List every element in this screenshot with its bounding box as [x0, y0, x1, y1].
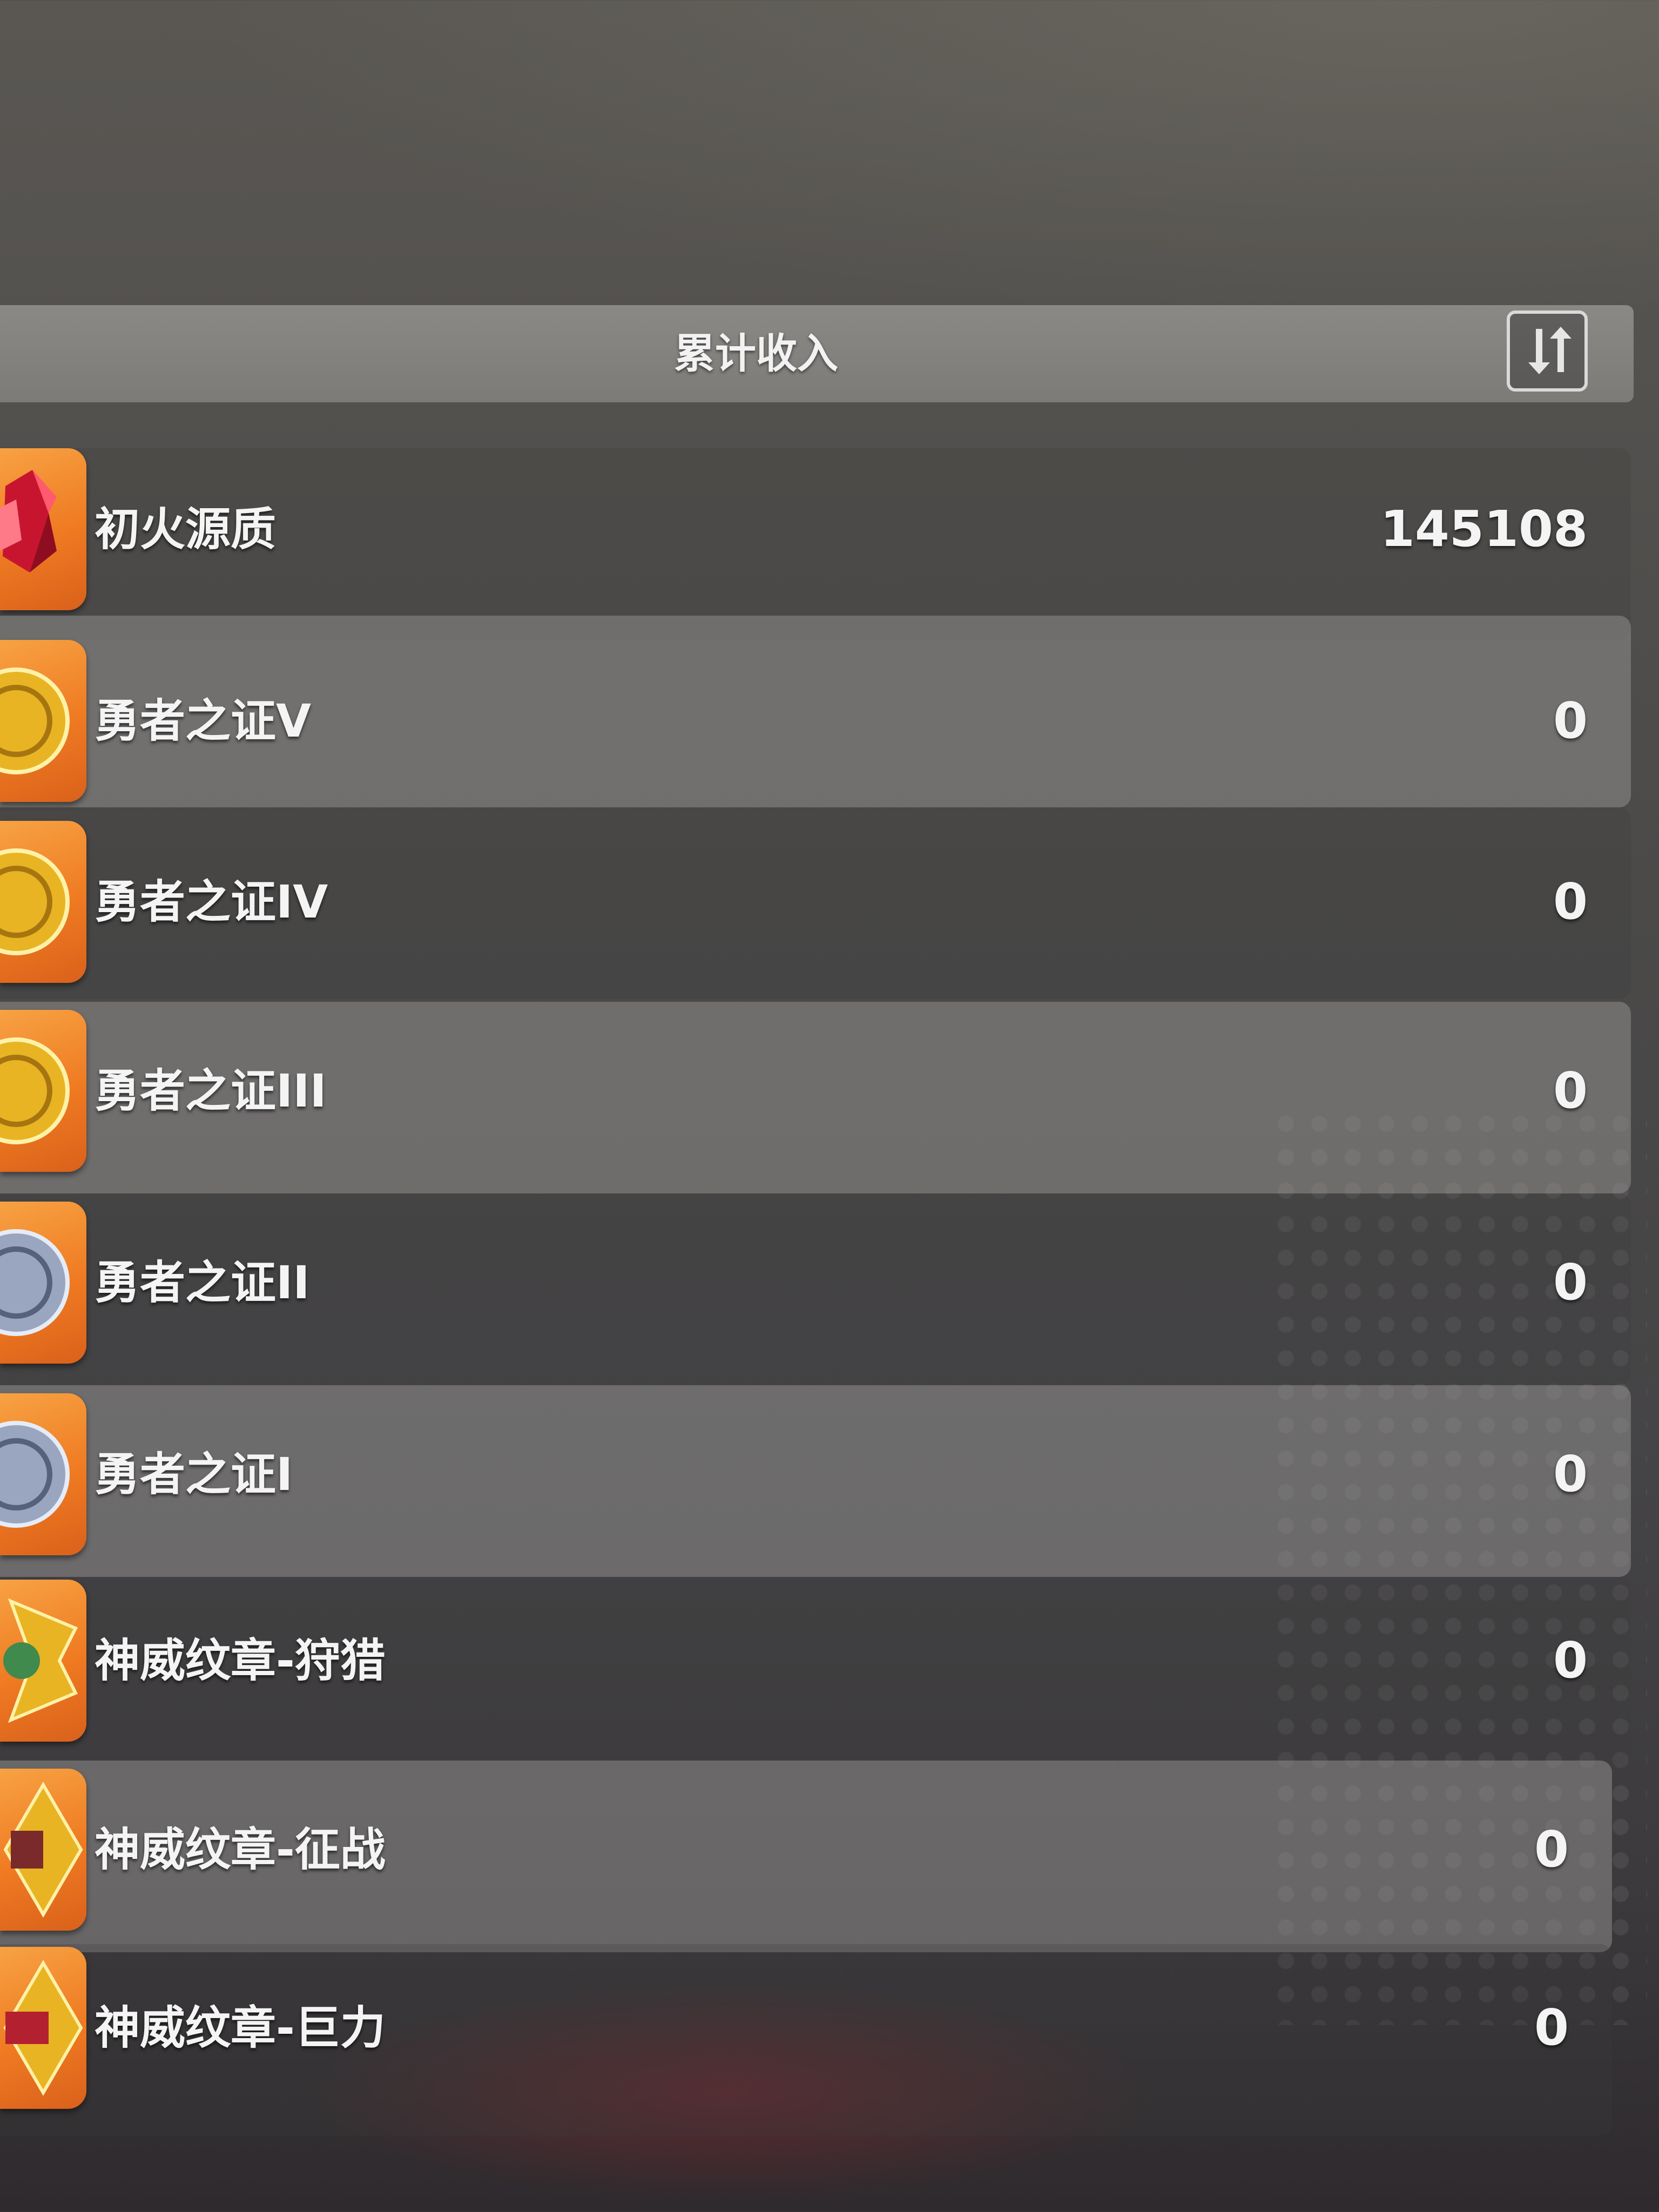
red-crystal-icon: [0, 448, 86, 610]
list-item[interactable]: 勇者之证IV 0: [0, 807, 1631, 999]
item-name: 神威纹章-巨力: [95, 2001, 386, 2054]
list-item[interactable]: 勇者之证III 0: [0, 1002, 1631, 1193]
sort-arrows-icon: [1528, 327, 1572, 374]
list-item[interactable]: 勇者之证II 0: [0, 1193, 1631, 1385]
list-item[interactable]: 初火源质 145108: [0, 448, 1631, 640]
item-name: 勇者之证V: [95, 694, 312, 747]
item-value: 0: [1534, 1999, 1569, 2056]
item-name: 神威纹章-狩猎: [95, 1634, 386, 1687]
item-name: 勇者之证I: [95, 1448, 293, 1501]
list-item[interactable]: 勇者之证V 0: [0, 616, 1631, 807]
list-item[interactable]: 神威纹章-巨力 0: [0, 1944, 1612, 2136]
silver-medal-icon: [0, 1393, 86, 1555]
sort-toggle-button[interactable]: [1507, 311, 1588, 392]
list-item[interactable]: 神威纹章-征战 0: [0, 1761, 1612, 1952]
item-name: 勇者之证II: [95, 1256, 310, 1309]
gold-medal-icon: [0, 640, 86, 802]
page-title: 累计收入: [674, 329, 838, 377]
item-value: 0: [1553, 1253, 1588, 1311]
item-value: 0: [1534, 1820, 1569, 1878]
item-name: 初火源质: [95, 503, 276, 556]
emblem-war-icon: [0, 1769, 86, 1931]
list-item[interactable]: 神威纹章-狩猎 0: [0, 1577, 1631, 1769]
item-value: 0: [1553, 1631, 1588, 1689]
item-value: 0: [1553, 873, 1588, 930]
item-name: 神威纹章-征战: [95, 1823, 386, 1876]
income-header-bar: 累计收入: [0, 305, 1634, 402]
emblem-hunt-icon: [0, 1580, 86, 1742]
item-value: 0: [1553, 1062, 1588, 1120]
silver-medal-icon: [0, 1202, 86, 1364]
item-value: 0: [1553, 1445, 1588, 1503]
item-value: 145108: [1380, 500, 1588, 558]
gold-medal-icon: [0, 821, 86, 983]
item-name: 勇者之证III: [95, 1064, 327, 1117]
item-value: 0: [1553, 692, 1588, 750]
emblem-might-icon: [0, 1947, 86, 2109]
list-item[interactable]: 勇者之证I 0: [0, 1385, 1631, 1577]
item-name: 勇者之证IV: [95, 875, 328, 928]
gold-medal-icon: [0, 1010, 86, 1172]
